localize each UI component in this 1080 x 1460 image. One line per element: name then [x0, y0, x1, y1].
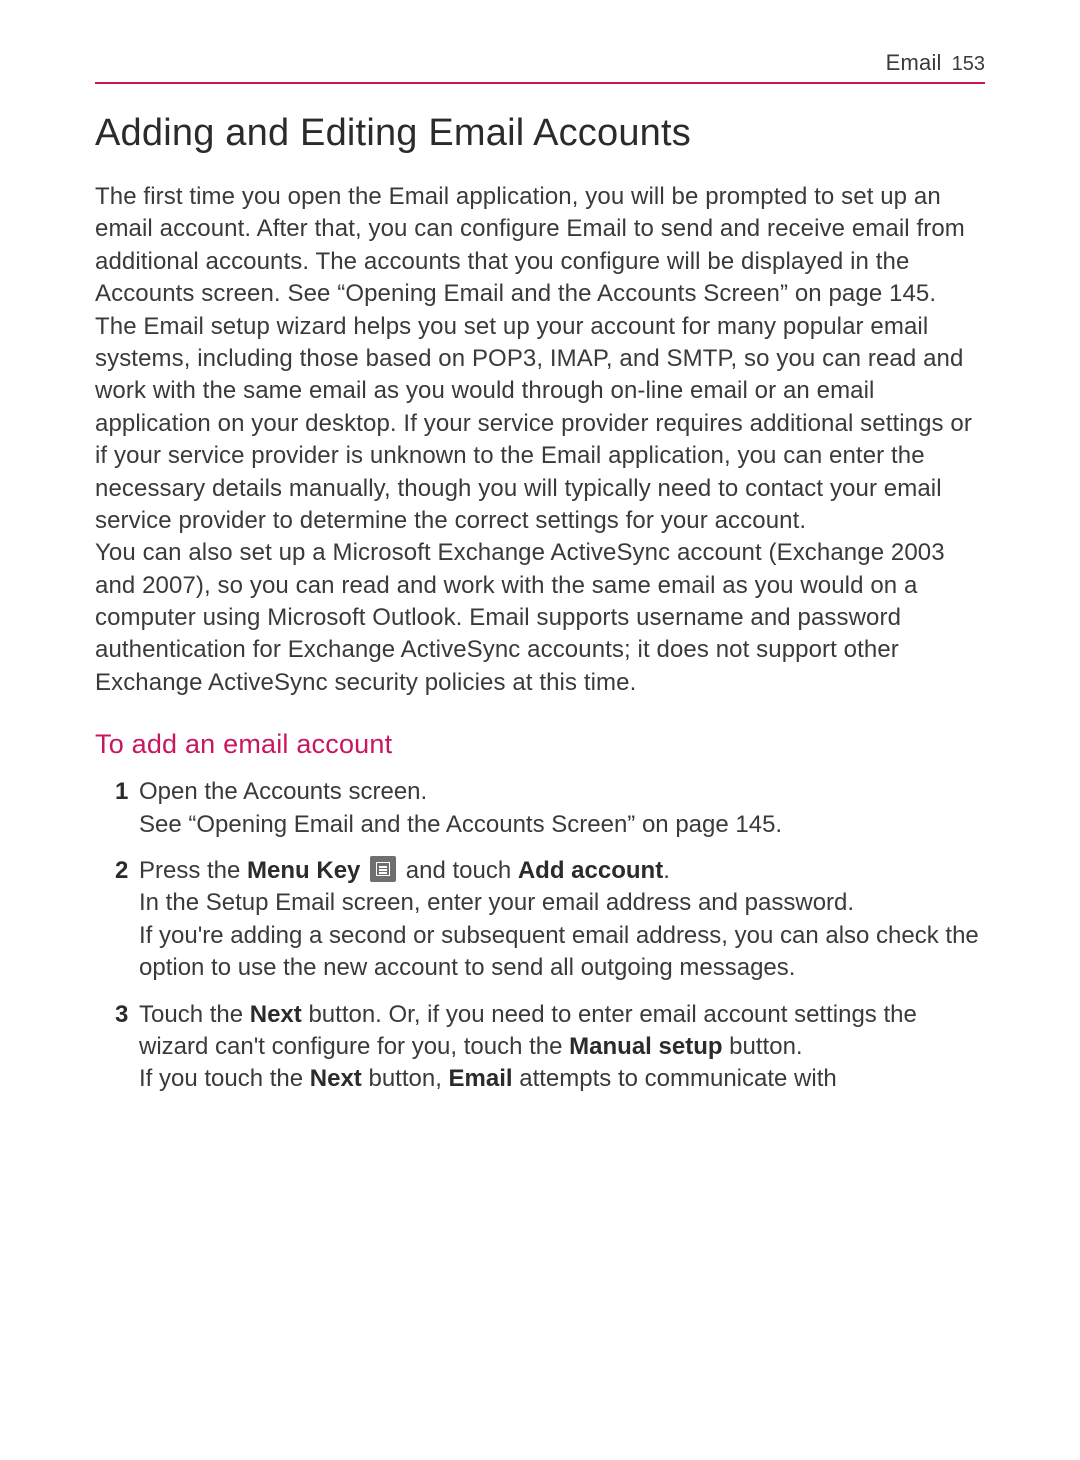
email-app-label: Email: [449, 1065, 513, 1092]
step-number: 2: [115, 855, 128, 887]
step-text: Touch the: [139, 1001, 250, 1028]
body-paragraph-1: The first time you open the Email applic…: [95, 181, 985, 311]
add-account-label: Add account: [518, 857, 663, 884]
manual-page: Email 153 Adding and Editing Email Accou…: [0, 0, 1080, 1460]
steps-list: 1 Open the Accounts screen. See “Opening…: [95, 776, 985, 1096]
step-text: If you touch the: [139, 1065, 310, 1092]
running-header: Email 153: [95, 50, 985, 84]
step-text: and touch: [399, 857, 518, 884]
step-text: button,: [362, 1065, 449, 1092]
step-2: 2 Press the Menu Key and touch Add accou…: [115, 855, 985, 985]
manual-setup-label: Manual setup: [569, 1033, 722, 1060]
step-text: button.: [723, 1033, 803, 1060]
next-label: Next: [310, 1065, 362, 1092]
step-text: If you're adding a second or subsequent …: [139, 920, 985, 985]
step-text: If you touch the Next button, Email atte…: [139, 1063, 985, 1095]
step-number: 1: [115, 776, 128, 808]
menu-key-label: Menu Key: [247, 857, 360, 884]
step-text: .: [663, 857, 670, 884]
step-text: In the Setup Email screen, enter your em…: [139, 887, 985, 919]
step-3: 3 Touch the Next button. Or, if you need…: [115, 999, 985, 1096]
step-text: See “Opening Email and the Accounts Scre…: [139, 809, 985, 841]
subheading: To add an email account: [95, 729, 985, 760]
step-text: Press the: [139, 857, 247, 884]
page-number: 153: [952, 53, 985, 76]
step-text: Open the Accounts screen.: [139, 776, 985, 808]
body-paragraph-2: The Email setup wizard helps you set up …: [95, 311, 985, 538]
next-label: Next: [250, 1001, 302, 1028]
menu-key-icon: [370, 856, 396, 882]
section-label: Email: [886, 50, 942, 76]
step-number: 3: [115, 999, 128, 1031]
step-text: attempts to communicate with: [513, 1065, 837, 1092]
body-paragraph-3: You can also set up a Microsoft Exchange…: [95, 537, 985, 699]
step-1: 1 Open the Accounts screen. See “Opening…: [115, 776, 985, 841]
page-title: Adding and Editing Email Accounts: [95, 112, 985, 155]
